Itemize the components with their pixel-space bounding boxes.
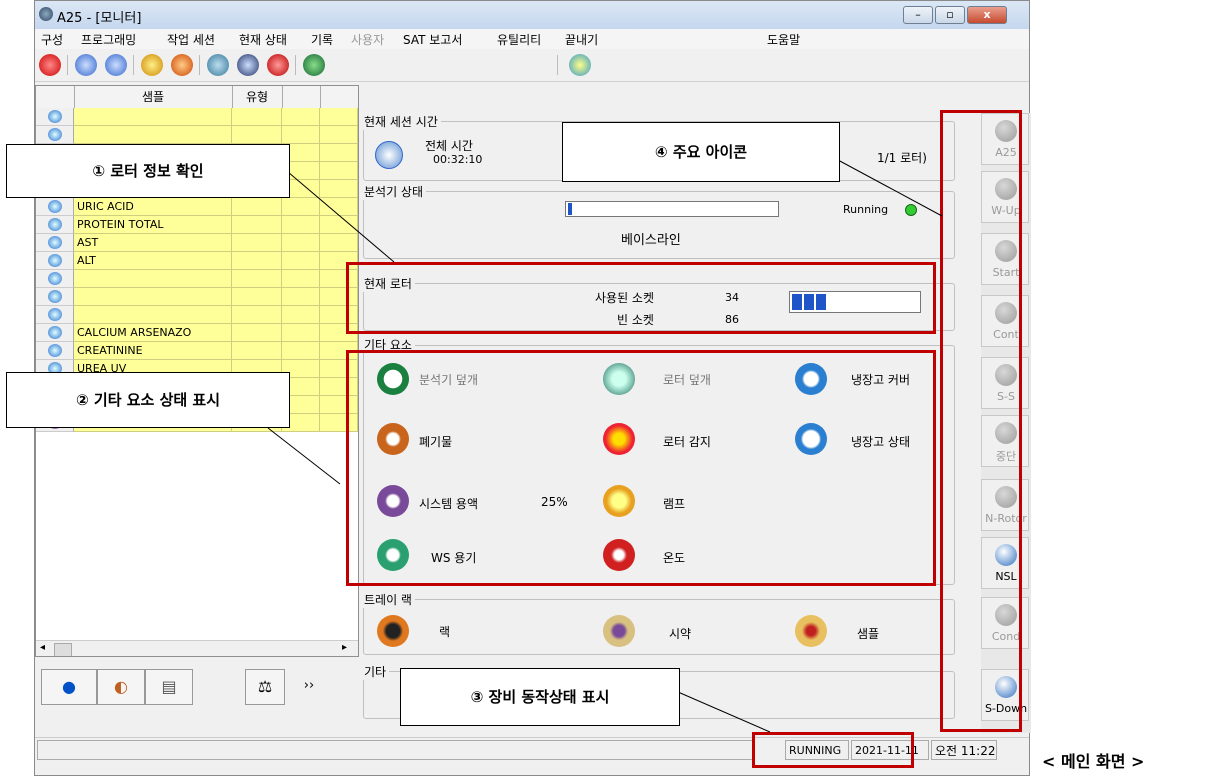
callout-main-icons: ④ 주요 아이콘 (562, 122, 840, 182)
callout-rotor-info: ① 로터 정보 확인 (6, 144, 290, 198)
callout-status: ③ 장비 동작상태 표시 (400, 668, 680, 726)
caption: < 메인 화면 > (1042, 752, 1145, 771)
callout-other-elements: ② 기타 요소 상태 표시 (6, 372, 290, 428)
